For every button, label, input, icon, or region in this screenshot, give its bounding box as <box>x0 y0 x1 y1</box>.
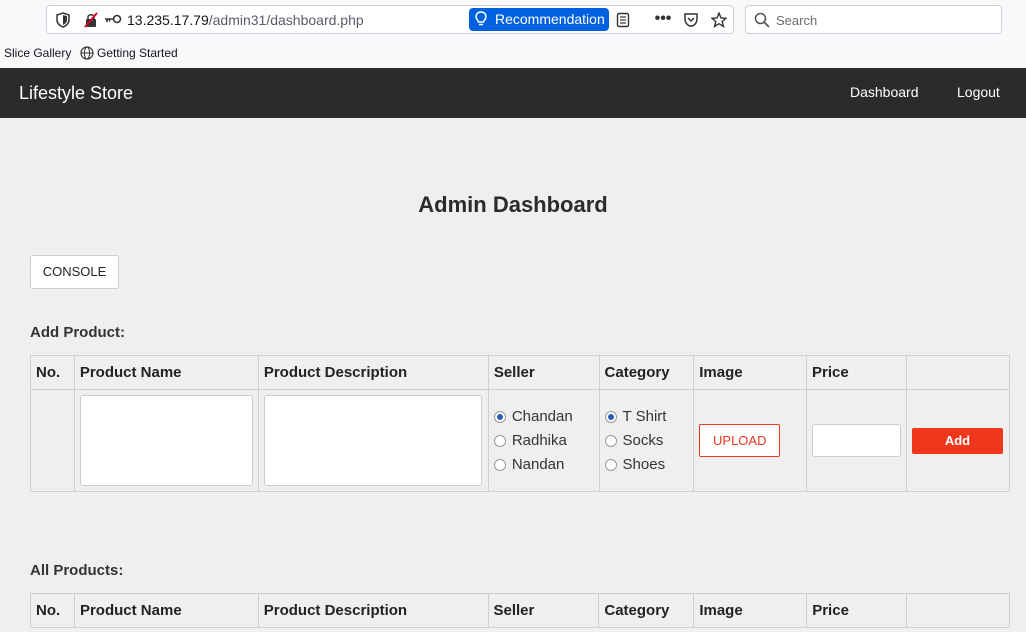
column-header <box>905 355 1011 390</box>
nav-dashboard-link[interactable]: Dashboard <box>850 84 919 100</box>
image-cell: UPLOAD <box>693 389 807 492</box>
column-header: Seller <box>487 355 600 390</box>
recommendation-label: Recommendation <box>495 11 605 27</box>
table-header-row: No. Product Name Product Description Sel… <box>30 355 1011 390</box>
bookmarks-toolbar: Slice Gallery Getting Started <box>0 40 1026 68</box>
search-placeholder: Search <box>776 13 818 28</box>
column-header: Image <box>693 355 807 390</box>
url-host: 13.235.17.79 <box>127 12 209 28</box>
app-navbar: Lifestyle Store Dashboard Logout <box>0 68 1026 118</box>
add-product-row: Chandan Radhika Nandan T Shirt Socks Sho… <box>30 389 1011 492</box>
seller-label: Radhika <box>511 432 567 449</box>
radio-unselected[interactable] <box>493 458 506 471</box>
radio-selected[interactable] <box>604 410 617 423</box>
lightbulb-icon <box>475 11 487 27</box>
column-header: Seller <box>487 593 600 628</box>
seller-option-chandan[interactable]: Chandan <box>493 405 594 429</box>
recommendation-button[interactable]: Recommendation <box>469 8 609 31</box>
radio-selected[interactable] <box>493 410 506 423</box>
more-actions-icon[interactable]: ••• <box>653 11 673 28</box>
category-option-socks[interactable]: Socks <box>604 429 689 453</box>
url-text[interactable]: 13.235.17.79/admin31/dashboard.php <box>127 12 364 28</box>
all-products-table: No. Product Name Product Description Sel… <box>30 593 1010 628</box>
address-bar[interactable]: 13.235.17.79/admin31/dashboard.php Recom… <box>46 5 734 34</box>
table-header-row: No. Product Name Product Description Sel… <box>30 593 1010 628</box>
column-header <box>906 593 1010 628</box>
globe-icon <box>80 46 94 60</box>
column-header: Price <box>805 355 907 390</box>
seller-label: Chandan <box>511 408 573 425</box>
console-button[interactable]: CONSOLE <box>30 255 119 289</box>
reader-view-icon[interactable] <box>615 12 631 28</box>
url-path: /admin31/dashboard.php <box>208 12 364 28</box>
column-header: Category <box>598 593 695 628</box>
radio-unselected[interactable] <box>604 434 617 447</box>
shield-icon[interactable] <box>55 12 71 28</box>
column-header: Image <box>693 593 808 628</box>
bookmark-star-icon[interactable] <box>710 11 728 29</box>
key-icon[interactable] <box>103 12 123 28</box>
column-header: Product Name <box>73 355 259 390</box>
radio-unselected[interactable] <box>493 434 506 447</box>
column-header: Price <box>806 593 908 628</box>
product-description-cell <box>257 389 489 492</box>
column-header: Category <box>598 355 695 390</box>
column-header: Product Description <box>257 355 489 390</box>
category-option-tshirt[interactable]: T Shirt <box>604 405 689 429</box>
insecure-lock-icon[interactable] <box>83 12 99 28</box>
bookmark-slice-gallery[interactable]: Slice Gallery <box>4 46 71 60</box>
radio-unselected[interactable] <box>604 458 617 471</box>
add-product-button[interactable]: Add <box>911 427 1003 454</box>
pocket-icon[interactable] <box>683 12 699 28</box>
browser-toolbar: 13.235.17.79/admin31/dashboard.php Recom… <box>0 0 1026 40</box>
category-label: Shoes <box>622 456 666 473</box>
bookmark-getting-started-label: Getting Started <box>97 46 178 60</box>
brand-logo[interactable]: Lifestyle Store <box>19 83 133 104</box>
column-header: No. <box>30 355 75 390</box>
seller-option-radhika[interactable]: Radhika <box>493 429 594 453</box>
seller-label: Nandan <box>511 456 565 473</box>
upload-button[interactable]: UPLOAD <box>699 424 781 457</box>
browser-search-box[interactable]: Search <box>745 5 1002 34</box>
category-label: Socks <box>622 432 664 449</box>
column-header: No. <box>30 593 75 628</box>
all-products-label: All Products: <box>30 562 124 579</box>
category-cell: T Shirt Socks Shoes <box>598 389 695 492</box>
add-product-label: Add Product: <box>30 324 125 341</box>
search-icon <box>754 12 770 28</box>
product-name-cell <box>73 389 259 492</box>
page-title: Admin Dashboard <box>418 192 608 217</box>
product-description-input[interactable] <box>263 395 482 486</box>
column-header: Product Name <box>73 593 259 628</box>
category-option-shoes[interactable]: Shoes <box>604 453 689 477</box>
product-name-input[interactable] <box>79 395 253 486</box>
add-product-table: No. Product Name Product Description Sel… <box>30 355 1011 492</box>
price-cell <box>805 389 907 492</box>
bookmark-getting-started[interactable]: Getting Started <box>80 46 178 60</box>
number-cell <box>30 389 75 492</box>
seller-cell: Chandan Radhika Nandan <box>487 389 600 492</box>
seller-option-nandan[interactable]: Nandan <box>493 453 594 477</box>
category-label: T Shirt <box>622 408 667 425</box>
column-header: Product Description <box>257 593 489 628</box>
price-input[interactable] <box>811 424 901 457</box>
action-cell: Add <box>905 389 1011 492</box>
nav-logout-link[interactable]: Logout <box>957 84 1000 100</box>
